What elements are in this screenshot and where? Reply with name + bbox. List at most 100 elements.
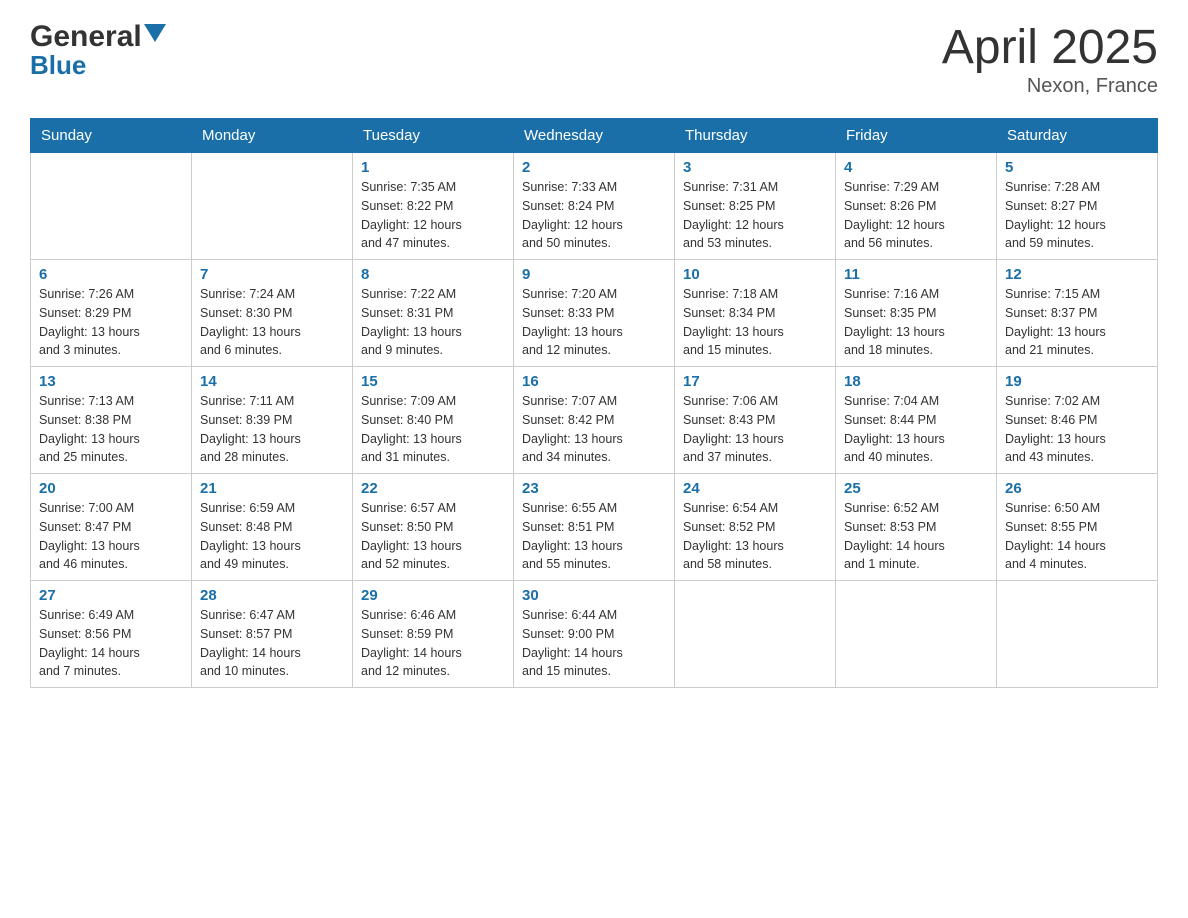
day-number: 18	[844, 373, 988, 390]
calendar-week-row: 27 Sunrise: 6:49 AM Sunset: 8:56 PM Dayli…	[31, 581, 1158, 688]
day-info: Sunrise: 6:52 AM Sunset: 8:53 PM Dayligh…	[844, 499, 988, 574]
day-number: 17	[683, 373, 827, 390]
calendar-day-header: Friday	[836, 119, 997, 153]
day-number: 12	[1005, 266, 1149, 283]
calendar-week-row: 1Sunrise: 7:35 AM Sunset: 8:22 PM Daylig…	[31, 153, 1158, 260]
calendar-day-cell: 29 Sunrise: 6:46 AM Sunset: 8:59 PM Dayli…	[353, 581, 514, 688]
day-number: 30	[522, 587, 666, 604]
calendar-day-cell	[836, 581, 997, 688]
calendar-day-cell: 14Sunrise: 7:11 AM Sunset: 8:39 PM Dayli…	[192, 367, 353, 474]
day-info: Sunrise: 7:15 AM Sunset: 8:37 PM Dayligh…	[1005, 285, 1149, 360]
calendar-day-cell: 26Sunrise: 6:50 AM Sunset: 8:55 PM Dayli…	[997, 474, 1158, 581]
calendar-day-cell: 22 Sunrise: 6:57 AM Sunset: 8:50 PM Dayli…	[353, 474, 514, 581]
calendar-day-cell: 10Sunrise: 7:18 AM Sunset: 8:34 PM Dayli…	[675, 260, 836, 367]
logo-general-text: General	[30, 20, 142, 54]
day-info: Sunrise: 7:29 AM Sunset: 8:26 PM Dayligh…	[844, 178, 988, 253]
calendar-body: 1Sunrise: 7:35 AM Sunset: 8:22 PM Daylig…	[31, 153, 1158, 688]
day-number: 26	[1005, 480, 1149, 497]
day-number: 23	[522, 480, 666, 497]
day-info: Sunrise: 7:02 AM Sunset: 8:46 PM Dayligh…	[1005, 392, 1149, 467]
calendar-day-header: Saturday	[997, 119, 1158, 153]
day-info: Sunrise: 7:24 AM Sunset: 8:30 PM Dayligh…	[200, 285, 344, 360]
day-info: Sunrise: 6:49 AM Sunset: 8:56 PM Dayligh…	[39, 606, 183, 681]
day-number: 9	[522, 266, 666, 283]
day-info: Sunrise: 7:09 AM Sunset: 8:40 PM Dayligh…	[361, 392, 505, 467]
day-info: Sunrise: 7:22 AM Sunset: 8:31 PM Dayligh…	[361, 285, 505, 360]
day-info: Sunrise: 7:28 AM Sunset: 8:27 PM Dayligh…	[1005, 178, 1149, 253]
day-number: 20	[39, 480, 183, 497]
calendar-day-header: Thursday	[675, 119, 836, 153]
day-number: 29	[361, 587, 505, 604]
day-number: 22	[361, 480, 505, 497]
day-number: 16	[522, 373, 666, 390]
calendar-day-cell	[675, 581, 836, 688]
day-number: 25	[844, 480, 988, 497]
day-info: Sunrise: 7:33 AM Sunset: 8:24 PM Dayligh…	[522, 178, 666, 253]
calendar-day-cell	[997, 581, 1158, 688]
day-info: Sunrise: 6:47 AM Sunset: 8:57 PM Dayligh…	[200, 606, 344, 681]
page-header: General Blue April 2025 Nexon, France	[30, 20, 1158, 98]
day-info: Sunrise: 7:16 AM Sunset: 8:35 PM Dayligh…	[844, 285, 988, 360]
day-info: Sunrise: 6:55 AM Sunset: 8:51 PM Dayligh…	[522, 499, 666, 574]
logo-triangle-icon	[144, 24, 166, 46]
calendar-day-cell: 11 Sunrise: 7:16 AM Sunset: 8:35 PM Dayli…	[836, 260, 997, 367]
calendar-day-cell: 12 Sunrise: 7:15 AM Sunset: 8:37 PM Dayli…	[997, 260, 1158, 367]
logo: General Blue	[30, 20, 166, 81]
day-number: 24	[683, 480, 827, 497]
calendar-week-row: 6 Sunrise: 7:26 AM Sunset: 8:29 PM Daylig…	[31, 260, 1158, 367]
calendar-day-cell: 21 Sunrise: 6:59 AM Sunset: 8:48 PM Dayli…	[192, 474, 353, 581]
calendar-day-cell: 18 Sunrise: 7:04 AM Sunset: 8:44 PM Dayli…	[836, 367, 997, 474]
calendar-title: April 2025	[942, 20, 1158, 75]
day-info: Sunrise: 7:06 AM Sunset: 8:43 PM Dayligh…	[683, 392, 827, 467]
day-info: Sunrise: 7:00 AM Sunset: 8:47 PM Dayligh…	[39, 499, 183, 574]
calendar-subtitle: Nexon, France	[942, 75, 1158, 98]
calendar-day-cell: 23 Sunrise: 6:55 AM Sunset: 8:51 PM Dayli…	[514, 474, 675, 581]
day-number: 3	[683, 159, 827, 176]
calendar-day-cell	[192, 153, 353, 260]
day-number: 14	[200, 373, 344, 390]
day-info: Sunrise: 7:20 AM Sunset: 8:33 PM Dayligh…	[522, 285, 666, 360]
calendar-day-header: Monday	[192, 119, 353, 153]
day-number: 4	[844, 159, 988, 176]
day-info: Sunrise: 7:26 AM Sunset: 8:29 PM Dayligh…	[39, 285, 183, 360]
day-info: Sunrise: 7:35 AM Sunset: 8:22 PM Dayligh…	[361, 178, 505, 253]
day-number: 11	[844, 266, 988, 283]
day-info: Sunrise: 6:46 AM Sunset: 8:59 PM Dayligh…	[361, 606, 505, 681]
calendar-header: SundayMondayTuesdayWednesdayThursdayFrid…	[31, 119, 1158, 153]
calendar-day-cell: 27 Sunrise: 6:49 AM Sunset: 8:56 PM Dayli…	[31, 581, 192, 688]
calendar-day-cell: 20 Sunrise: 7:00 AM Sunset: 8:47 PM Dayli…	[31, 474, 192, 581]
day-info: Sunrise: 7:04 AM Sunset: 8:44 PM Dayligh…	[844, 392, 988, 467]
calendar-day-cell: 28Sunrise: 6:47 AM Sunset: 8:57 PM Dayli…	[192, 581, 353, 688]
day-number: 6	[39, 266, 183, 283]
day-number: 19	[1005, 373, 1149, 390]
calendar-day-cell: 3 Sunrise: 7:31 AM Sunset: 8:25 PM Daylig…	[675, 153, 836, 260]
day-info: Sunrise: 7:13 AM Sunset: 8:38 PM Dayligh…	[39, 392, 183, 467]
day-number: 15	[361, 373, 505, 390]
day-info: Sunrise: 7:07 AM Sunset: 8:42 PM Dayligh…	[522, 392, 666, 467]
logo-line1: General	[30, 20, 166, 54]
day-number: 2	[522, 159, 666, 176]
calendar-table: SundayMondayTuesdayWednesdayThursdayFrid…	[30, 118, 1158, 688]
calendar-day-cell: 24Sunrise: 6:54 AM Sunset: 8:52 PM Dayli…	[675, 474, 836, 581]
calendar-day-cell: 6 Sunrise: 7:26 AM Sunset: 8:29 PM Daylig…	[31, 260, 192, 367]
calendar-header-row: SundayMondayTuesdayWednesdayThursdayFrid…	[31, 119, 1158, 153]
day-number: 21	[200, 480, 344, 497]
day-info: Sunrise: 7:18 AM Sunset: 8:34 PM Dayligh…	[683, 285, 827, 360]
calendar-day-cell: 16 Sunrise: 7:07 AM Sunset: 8:42 PM Dayli…	[514, 367, 675, 474]
day-number: 8	[361, 266, 505, 283]
calendar-day-cell: 5 Sunrise: 7:28 AM Sunset: 8:27 PM Daylig…	[997, 153, 1158, 260]
day-info: Sunrise: 7:31 AM Sunset: 8:25 PM Dayligh…	[683, 178, 827, 253]
calendar-day-cell	[31, 153, 192, 260]
calendar-day-cell: 30 Sunrise: 6:44 AM Sunset: 9:00 PM Dayli…	[514, 581, 675, 688]
day-number: 27	[39, 587, 183, 604]
day-info: Sunrise: 6:59 AM Sunset: 8:48 PM Dayligh…	[200, 499, 344, 574]
day-info: Sunrise: 6:44 AM Sunset: 9:00 PM Dayligh…	[522, 606, 666, 681]
calendar-day-cell: 15 Sunrise: 7:09 AM Sunset: 8:40 PM Dayli…	[353, 367, 514, 474]
calendar-day-header: Wednesday	[514, 119, 675, 153]
day-info: Sunrise: 6:57 AM Sunset: 8:50 PM Dayligh…	[361, 499, 505, 574]
calendar-day-cell: 13Sunrise: 7:13 AM Sunset: 8:38 PM Dayli…	[31, 367, 192, 474]
calendar-day-cell: 17 Sunrise: 7:06 AM Sunset: 8:43 PM Dayli…	[675, 367, 836, 474]
day-number: 5	[1005, 159, 1149, 176]
calendar-day-cell: 8 Sunrise: 7:22 AM Sunset: 8:31 PM Daylig…	[353, 260, 514, 367]
calendar-day-cell: 9 Sunrise: 7:20 AM Sunset: 8:33 PM Daylig…	[514, 260, 675, 367]
